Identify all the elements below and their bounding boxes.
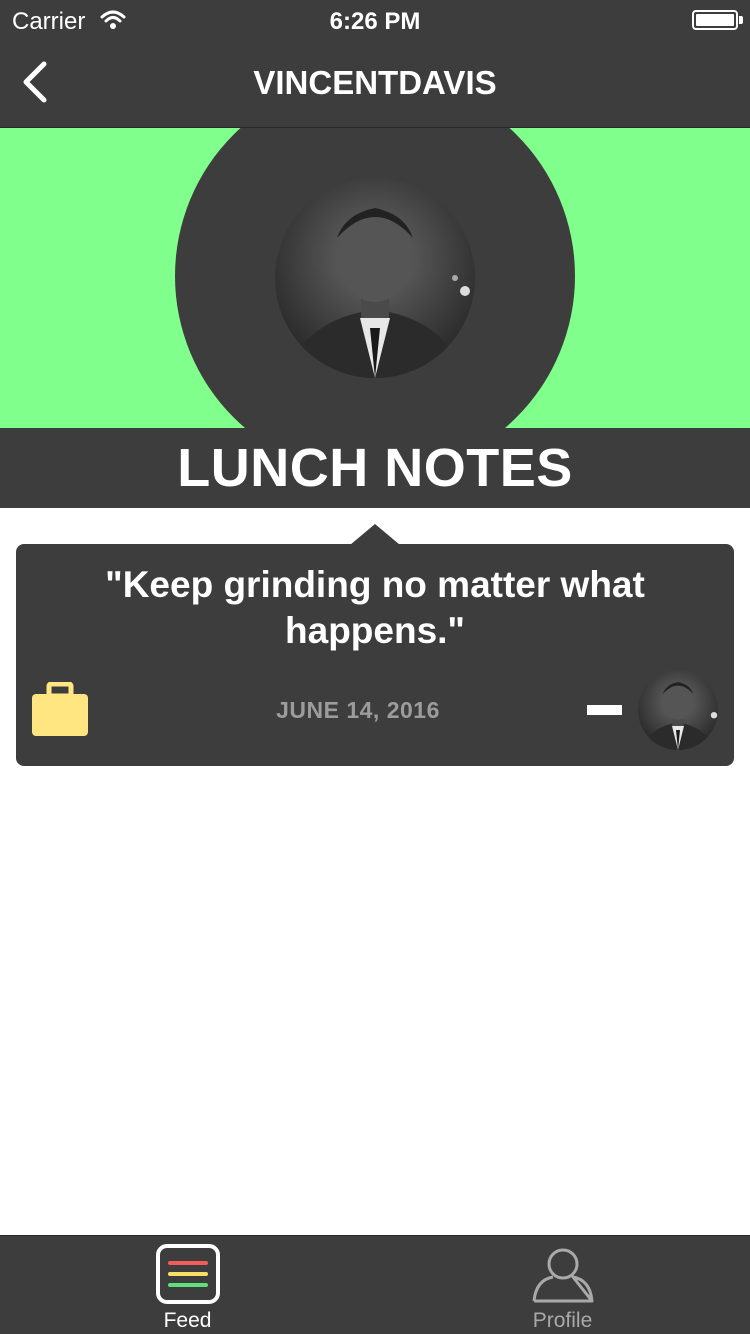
- profile-icon: [531, 1244, 595, 1304]
- note-quote: "Keep grinding no matter what happens.": [105, 564, 645, 651]
- feed-icon: [156, 1244, 220, 1304]
- section-title-bar: LUNCH NOTES: [0, 428, 750, 508]
- section-title: LUNCH NOTES: [177, 438, 573, 498]
- minus-icon[interactable]: [587, 705, 622, 715]
- status-bar: Carrier 6:26 PM: [0, 0, 750, 40]
- card-pointer: [350, 524, 400, 545]
- page-title: VINCENTDAVIS: [253, 64, 497, 101]
- navigation-bar: VINCENTDAVIS: [0, 40, 750, 128]
- status-time: 6:26 PM: [329, 8, 421, 35]
- author-avatar[interactable]: [638, 670, 718, 750]
- tab-feed[interactable]: Feed: [0, 1236, 375, 1334]
- battery-tip: [739, 16, 743, 24]
- tab-profile[interactable]: Profile: [375, 1236, 750, 1334]
- tab-bar: Feed Profile: [0, 1235, 750, 1334]
- tab-label-profile: Profile: [532, 1309, 593, 1332]
- tab-label-feed: Feed: [163, 1309, 212, 1332]
- battery-icon: [692, 10, 738, 30]
- avatar: [275, 178, 475, 378]
- note-card[interactable]: "Keep grinding no matter what happens." …: [16, 544, 734, 766]
- header-banner: [0, 128, 750, 428]
